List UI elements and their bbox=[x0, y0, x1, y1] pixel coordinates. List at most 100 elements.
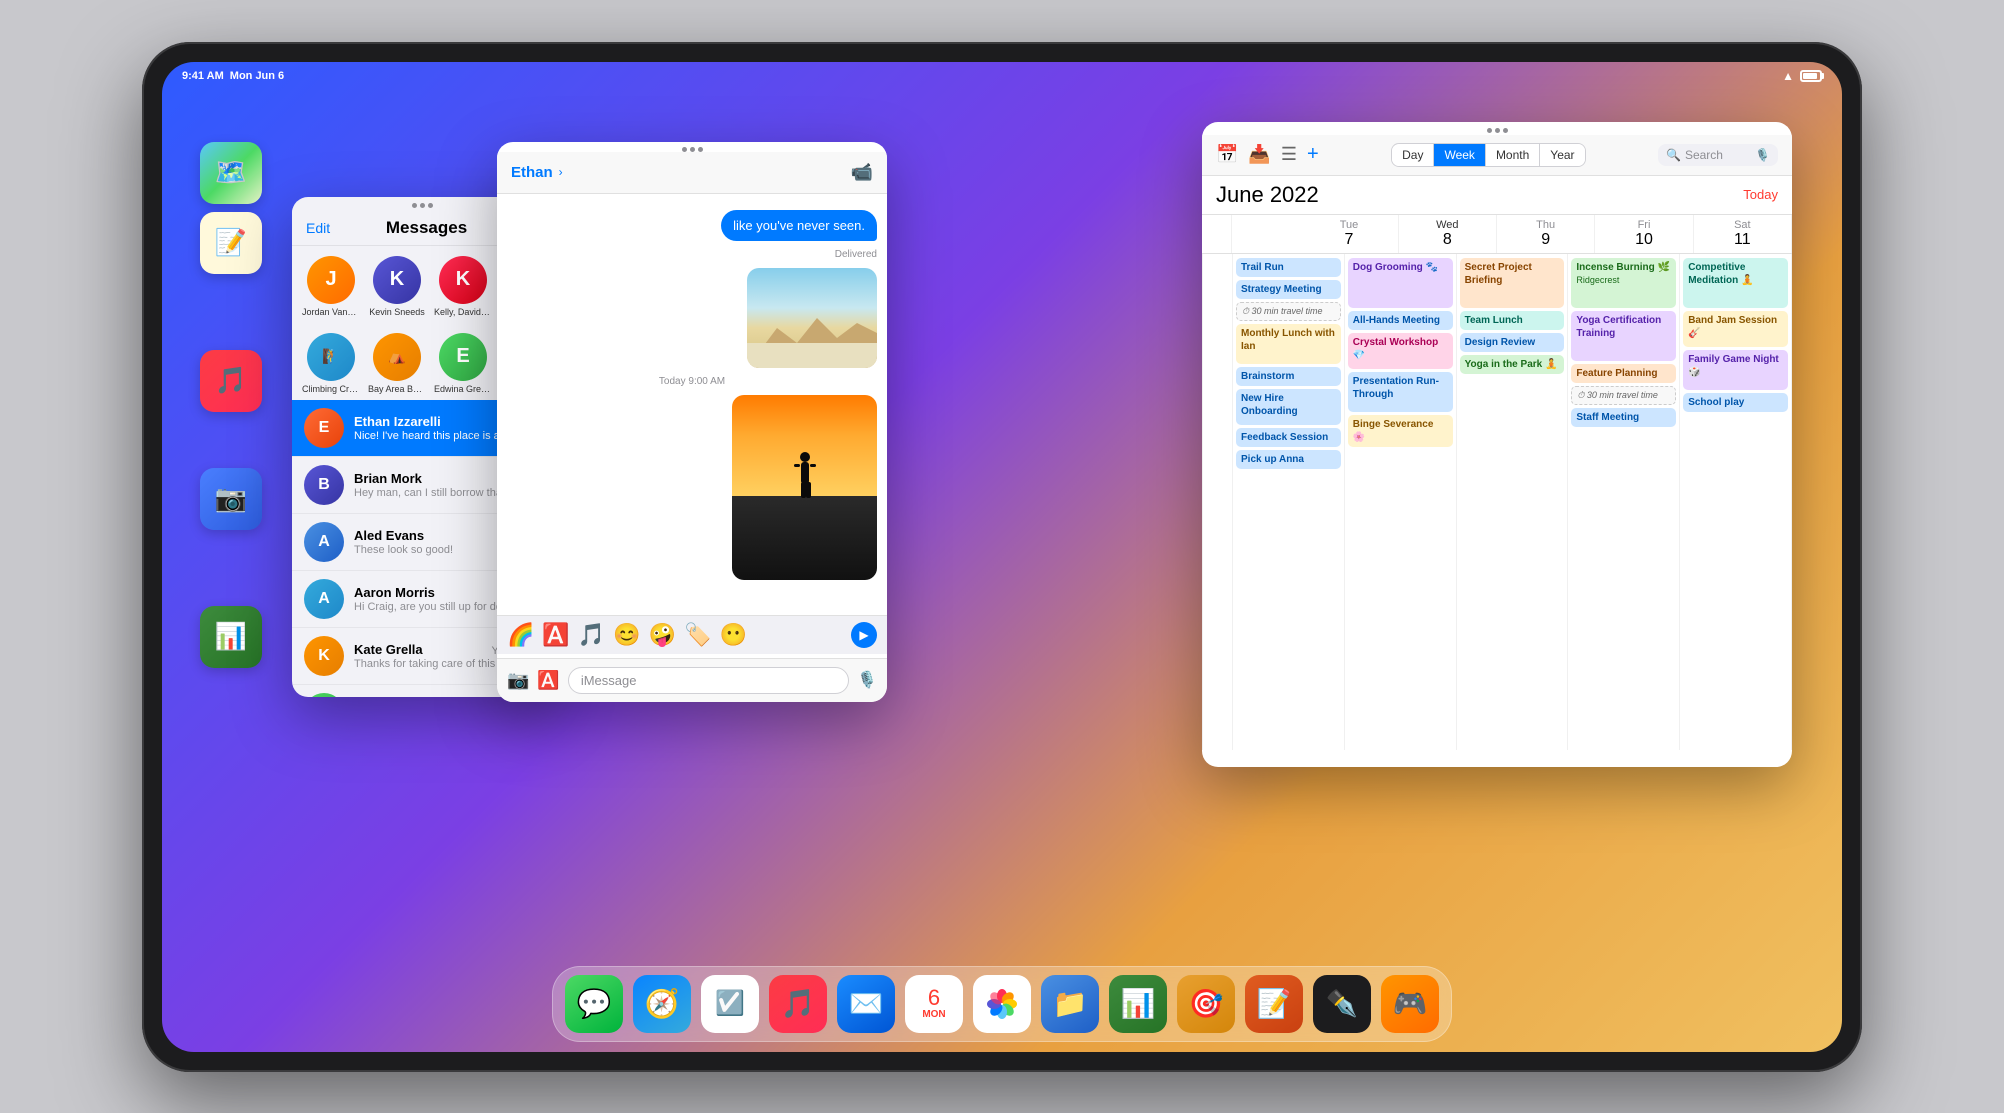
conv-camera-icon[interactable]: 📷 bbox=[507, 670, 529, 691]
dock-photos[interactable] bbox=[973, 975, 1031, 1033]
sidebar-app-photos2[interactable]: 📷 bbox=[200, 468, 262, 530]
dock-pencil-icon: ✒️ bbox=[1326, 988, 1358, 1019]
cal-event-yoga-park[interactable]: Yoga in the Park 🧘 bbox=[1460, 355, 1565, 374]
cal-event-brainstorm[interactable]: Brainstorm bbox=[1236, 367, 1341, 386]
cal-calendar-icon[interactable]: 📅 bbox=[1216, 144, 1238, 165]
dock-messages-icon: 💬 bbox=[577, 987, 612, 1020]
cal-event-school-play[interactable]: School play bbox=[1683, 393, 1788, 412]
contact-bayarea[interactable]: ⛺ Bay Area Budd... bbox=[368, 333, 426, 394]
status-date: Mon Jun 6 bbox=[230, 70, 284, 82]
emoji-more[interactable]: 😶 bbox=[719, 622, 746, 648]
msg-bubble-sent: like you've never seen. bbox=[721, 210, 877, 241]
contact-climbing[interactable]: 🧗 Climbing Crew bbox=[302, 333, 360, 394]
cal-view-day[interactable]: Day bbox=[1392, 144, 1434, 166]
dock-files[interactable]: 📁 bbox=[1041, 975, 1099, 1033]
cal-event-competitive-meditation[interactable]: Competitive Meditation 🧘 bbox=[1683, 258, 1788, 308]
cal-event-team-lunch[interactable]: Team Lunch bbox=[1460, 311, 1565, 330]
cal-event-pickup-anna[interactable]: Pick up Anna bbox=[1236, 450, 1341, 469]
cal-dots-menu[interactable] bbox=[1202, 122, 1792, 135]
cal-event-staff-meeting[interactable]: Staff Meeting bbox=[1571, 408, 1676, 427]
conv-appstore-icon[interactable]: 🅰️ bbox=[537, 670, 559, 691]
dock-pages[interactable]: 📝 bbox=[1245, 975, 1303, 1033]
cal-event-band-jam[interactable]: Band Jam Session 🎸 bbox=[1683, 311, 1788, 347]
dock-numbers[interactable]: 📊 bbox=[1109, 975, 1167, 1033]
dock-mail-icon: ✉️ bbox=[849, 987, 884, 1020]
cal-day-label-thu: Thu bbox=[1536, 219, 1555, 231]
emoji-sticker[interactable]: 🏷️ bbox=[684, 622, 711, 648]
dock-music[interactable]: 🎵 bbox=[769, 975, 827, 1033]
cal-day-label-fri: Fri bbox=[1638, 219, 1651, 231]
cal-event-family-game[interactable]: Family Game Night 🎲 bbox=[1683, 350, 1788, 390]
conv-video-button[interactable]: 📹 bbox=[851, 162, 873, 183]
contact-kevin[interactable]: K Kevin Sneeds bbox=[368, 256, 426, 317]
sidebar-app-music[interactable]: 🎵 bbox=[200, 350, 262, 412]
cal-list-icon[interactable]: ☰ bbox=[1281, 144, 1297, 165]
cal-day-header-thu9: Thu 9 bbox=[1497, 215, 1595, 253]
cal-view-year[interactable]: Year bbox=[1540, 144, 1584, 166]
cal-event-secret-project[interactable]: Secret Project Briefing bbox=[1460, 258, 1565, 308]
dock-messages[interactable]: 💬 bbox=[565, 975, 623, 1033]
cal-event-feature-planning[interactable]: Feature Planning bbox=[1571, 364, 1676, 383]
contact-name-edwina: Edwina Greena... bbox=[434, 384, 492, 394]
cal-event-travel2[interactable]: ⏱ 30 min travel time bbox=[1571, 386, 1676, 406]
cal-event-design-review[interactable]: Design Review bbox=[1460, 333, 1565, 352]
dock-reminders[interactable]: ☑️ bbox=[701, 975, 759, 1033]
cal-add-button[interactable]: + bbox=[1307, 143, 1319, 166]
cal-event-yoga-cert[interactable]: Yoga Certification Training bbox=[1571, 311, 1676, 361]
emoji-appstore[interactable]: 🅰️ bbox=[542, 622, 569, 648]
dock-arcade[interactable]: 🎮 bbox=[1381, 975, 1439, 1033]
cal-event-incense[interactable]: Incense Burning 🌿Ridgecrest bbox=[1571, 258, 1676, 308]
cal-event-binge[interactable]: Binge Severance 🌸 bbox=[1348, 415, 1453, 447]
contact-edwina[interactable]: E Edwina Greena... bbox=[434, 333, 492, 394]
conv-contact-name: Ethan bbox=[511, 164, 553, 181]
cal-inbox-icon[interactable]: 📥 bbox=[1248, 144, 1270, 165]
cal-event-dog-grooming[interactable]: Dog Grooming 🐾 bbox=[1348, 258, 1453, 308]
cal-day-col-sat11: Competitive Meditation 🧘 Band Jam Sessio… bbox=[1680, 254, 1792, 750]
cal-view-week[interactable]: Week bbox=[1434, 144, 1485, 166]
cal-day-label-wed: Wed bbox=[1436, 219, 1458, 231]
cal-event-travel1[interactable]: ⏱ 30 min travel time bbox=[1236, 302, 1341, 322]
dock-mail[interactable]: ✉️ bbox=[837, 975, 895, 1033]
msg-name-kate: Kate Grella bbox=[354, 642, 423, 657]
cal-header: 📅 📥 ☰ + Day Week Month Year 🔍 Search 🎙️ bbox=[1202, 135, 1792, 176]
cal-event-crystal[interactable]: Crystal Workshop 💎 bbox=[1348, 333, 1453, 369]
cal-mic-icon[interactable]: 🎙️ bbox=[1755, 148, 1770, 162]
messages-edit-button[interactable]: Edit bbox=[306, 220, 330, 236]
cal-event-presentation[interactable]: Presentation Run-Through bbox=[1348, 372, 1453, 412]
emoji-face2[interactable]: 🤪 bbox=[649, 622, 676, 648]
cal-today-button[interactable]: Today bbox=[1743, 187, 1778, 202]
cal-search-box[interactable]: 🔍 Search 🎙️ bbox=[1658, 144, 1778, 166]
dock-calendar[interactable]: 6 MON bbox=[905, 975, 963, 1033]
ipad-frame: 9:41 AM Mon Jun 6 ▲ 🗺️ 📝 🎵 📷 📊 bbox=[142, 42, 1862, 1072]
emoji-send-button[interactable]: ▶ bbox=[851, 622, 877, 648]
emoji-face1[interactable]: 😊 bbox=[613, 622, 640, 648]
contact-jordan[interactable]: J Jordan Vandhals bbox=[302, 256, 360, 317]
sidebar-app-numbers[interactable]: 📊 bbox=[200, 606, 262, 668]
cal-event-newhire[interactable]: New Hire Onboarding bbox=[1236, 389, 1341, 425]
dock-keynote[interactable]: 🎯 bbox=[1177, 975, 1235, 1033]
conv-input-field[interactable]: iMessage bbox=[568, 667, 849, 694]
emoji-music-app[interactable]: 🎵 bbox=[578, 622, 605, 648]
battery-icon bbox=[1800, 70, 1822, 82]
conv-contact-info[interactable]: Ethan › bbox=[511, 164, 563, 181]
dock-safari[interactable]: 🧭 bbox=[633, 975, 691, 1033]
conversation-panel: Ethan › 📹 like you've never seen. Delive… bbox=[497, 142, 887, 702]
dock-pencil[interactable]: ✒️ bbox=[1313, 975, 1371, 1033]
cal-event-monthly-lunch[interactable]: Monthly Lunch with Ian bbox=[1236, 324, 1341, 364]
sidebar-app-maps[interactable]: 🗺️ bbox=[200, 142, 262, 204]
cal-event-feedback[interactable]: Feedback Session bbox=[1236, 428, 1341, 447]
conv-dots-menu[interactable] bbox=[497, 142, 887, 152]
msg-name-brian: Brian Mork bbox=[354, 471, 422, 486]
cal-day-header-fri10: Fri 10 bbox=[1595, 215, 1693, 253]
cal-event-allhands[interactable]: All-Hands Meeting bbox=[1348, 311, 1453, 330]
status-time: 9:41 AM bbox=[182, 70, 224, 82]
sidebar-app-notes[interactable]: 📝 bbox=[200, 212, 262, 274]
cal-day-header-placeholder bbox=[1202, 215, 1232, 253]
contact-kelly[interactable]: K Kelly, David &... bbox=[434, 256, 492, 317]
cal-day-col-thu9: Secret Project Briefing Team Lunch Desig… bbox=[1457, 254, 1569, 750]
conv-mic-icon[interactable]: 🎙️ bbox=[857, 670, 877, 690]
cal-view-month[interactable]: Month bbox=[1486, 144, 1540, 166]
cal-event-trail-run[interactable]: Trail Run bbox=[1236, 258, 1341, 277]
emoji-memoji[interactable]: 🌈 bbox=[507, 622, 534, 648]
cal-event-strategy[interactable]: Strategy Meeting bbox=[1236, 280, 1341, 299]
